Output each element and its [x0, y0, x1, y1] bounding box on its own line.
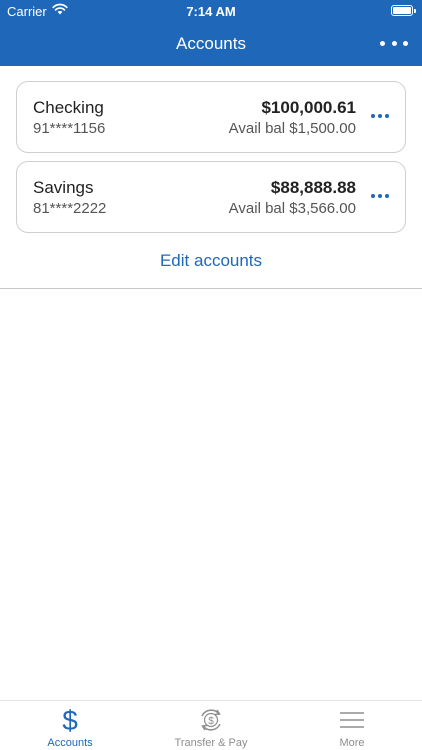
- edit-accounts-link[interactable]: Edit accounts: [0, 251, 422, 271]
- page-title: Accounts: [176, 34, 246, 53]
- svg-text:$: $: [62, 706, 78, 734]
- account-balance: $88,888.88: [270, 178, 356, 197]
- status-bar: Carrier 7:14 AM: [0, 0, 422, 22]
- available-balance: Avail bal $3,566.00: [228, 200, 356, 217]
- tab-transfer-pay[interactable]: $ Transfer & Pay: [141, 701, 281, 750]
- account-balance: $100,000.61: [261, 98, 356, 117]
- account-number: 91****1156: [33, 120, 106, 137]
- account-name: Savings: [33, 178, 94, 197]
- tab-label: Accounts: [47, 737, 93, 749]
- tab-more[interactable]: More: [282, 701, 422, 750]
- account-number: 81****2222: [33, 200, 107, 217]
- menu-icon: [340, 712, 364, 728]
- account-card-checking[interactable]: Checking 91****1156 $100,000.61 Avail ba…: [16, 81, 406, 153]
- account-options-icon[interactable]: [371, 193, 389, 199]
- divider: [0, 288, 422, 289]
- tab-label: Transfer & Pay: [174, 737, 248, 749]
- tab-bar: $ Accounts $ Transfer & Pay More: [0, 700, 422, 750]
- account-name: Checking: [33, 98, 104, 117]
- clock: 7:14 AM: [186, 4, 236, 19]
- available-balance: Avail bal $1,500.00: [228, 120, 356, 137]
- header-bar: Carrier 7:14 AM Accounts: [0, 0, 422, 66]
- more-options-icon[interactable]: [380, 32, 408, 54]
- svg-text:$: $: [208, 716, 214, 727]
- tab-accounts[interactable]: $ Accounts: [0, 701, 140, 750]
- account-options-icon[interactable]: [371, 113, 389, 119]
- dollar-icon: $: [62, 706, 78, 734]
- tab-label: More: [339, 737, 365, 749]
- account-card-savings[interactable]: Savings 81****2222 $88,888.88 Avail bal …: [16, 161, 406, 233]
- battery-icon: [391, 5, 416, 16]
- app-screen: Carrier 7:14 AM Accounts Checking 91****…: [0, 0, 422, 750]
- transfer-pay-icon: $: [201, 709, 221, 731]
